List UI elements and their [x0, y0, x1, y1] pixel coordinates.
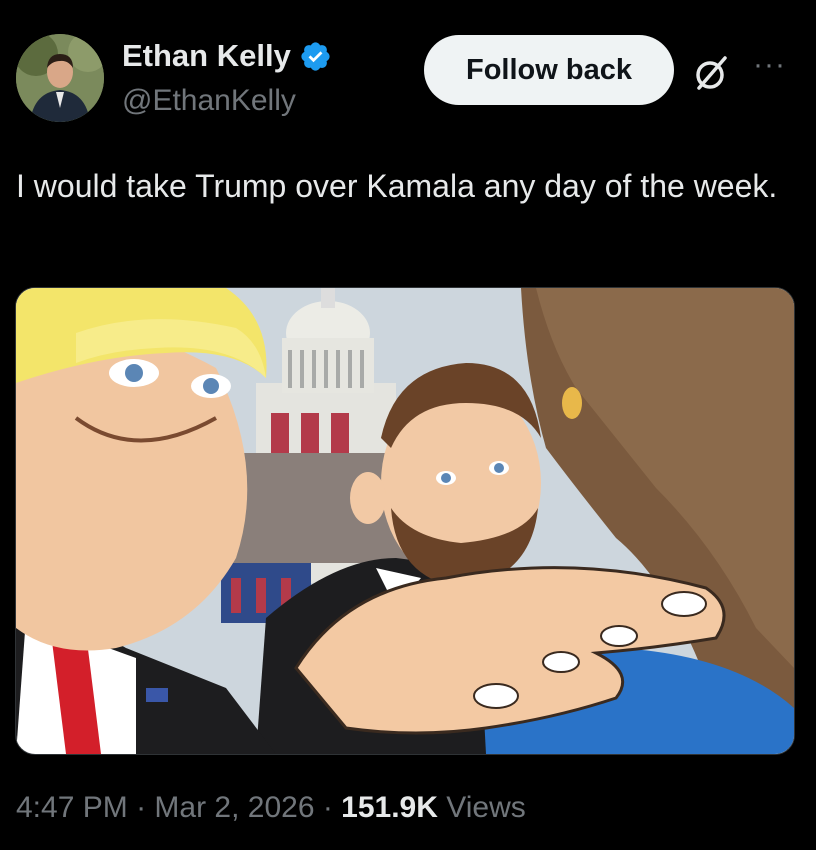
more-options-icon[interactable]: ··· — [753, 50, 793, 85]
separator: · — [314, 791, 342, 824]
verified-badge-icon — [301, 41, 330, 71]
follow-back-button[interactable]: Follow back — [424, 35, 674, 105]
tweet-meta: 4:47 PM · Mar 2, 2026 · 151.9K Views — [16, 791, 526, 825]
author-name[interactable]: Ethan Kelly — [122, 38, 291, 74]
avatar-image — [16, 34, 104, 122]
grok-icon[interactable] — [691, 53, 731, 93]
separator: · — [127, 791, 155, 824]
avatar[interactable] — [16, 34, 104, 122]
tweet-time[interactable]: 4:47 PM — [16, 791, 128, 824]
views-label: Views — [437, 791, 526, 824]
tweet-date[interactable]: Mar 2, 2026 — [154, 791, 314, 824]
views-count: 151.9K — [341, 791, 438, 824]
author-name-row[interactable]: Ethan Kelly — [122, 38, 332, 74]
tweet-media[interactable] — [15, 287, 795, 755]
cartoon-illustration — [16, 288, 794, 754]
author-handle[interactable]: @EthanKelly — [122, 84, 296, 118]
tweet-text: I would take Trump over Kamala any day o… — [16, 168, 778, 204]
